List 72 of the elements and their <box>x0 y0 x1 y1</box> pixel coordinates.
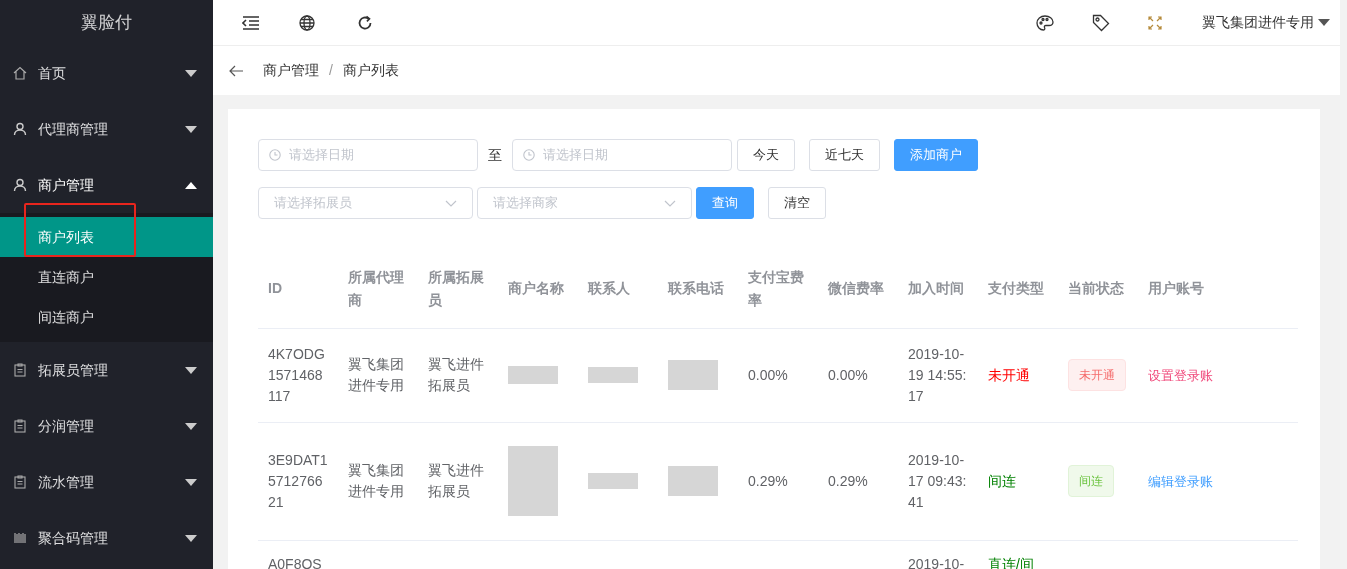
redacted-block <box>508 366 558 384</box>
clipboard-icon <box>13 419 27 433</box>
globe-icon[interactable] <box>299 13 317 32</box>
chevron-down-icon <box>445 199 457 207</box>
app-logo-title: 翼脸付 <box>81 11 132 34</box>
table-cell-text: 翼飞进件拓展员 <box>428 356 484 393</box>
column-header: 联系电话 <box>668 280 724 297</box>
submenu-item[interactable]: 商户列表 <box>0 217 213 257</box>
table-cell-text: 翼飞集团进件专用 <box>348 462 404 499</box>
chevron-down-icon <box>664 199 676 207</box>
table-cell-text: 翼飞集团进件专用 <box>348 356 404 393</box>
account-link[interactable]: 设置登录账 <box>1148 367 1213 383</box>
status-tag: 未开通 <box>1068 359 1126 391</box>
button[interactable]: 今天 <box>737 139 795 171</box>
submenu-item[interactable]: 间连商户 <box>0 297 213 337</box>
sidebar-item[interactable]: 聚合码管理 <box>0 510 213 566</box>
column-header: 支付宝费率 <box>748 268 804 308</box>
column-header: 所属拓展员 <box>428 268 484 308</box>
breadcrumb-separator: / <box>329 61 333 80</box>
clipboard-icon <box>13 363 27 377</box>
table-cell-text: 2019-10-17 09:43:41 <box>908 451 967 510</box>
sidebar-item[interactable]: 流水管理 <box>0 454 213 510</box>
barcode-icon <box>13 531 27 545</box>
redacted-block <box>668 360 718 390</box>
table-cell-text: 4K7ODG1571468117 <box>268 345 325 404</box>
submenu-item[interactable]: 直连商户 <box>0 257 213 297</box>
pay-type-text: 未开通 <box>988 366 1030 383</box>
column-header: 支付类型 <box>988 280 1044 297</box>
fullscreen-icon[interactable] <box>1148 15 1162 30</box>
table-cell-text: A0F8OS <box>268 555 322 569</box>
table-cell-text: 2019-10-19 14:55:17 <box>908 345 967 404</box>
breadcrumb-link[interactable]: 商户管理 <box>263 60 319 81</box>
table-cell-text: 0.00% <box>748 366 788 383</box>
pay-type-text: 间连 <box>988 472 1016 489</box>
column-header: 商户名称 <box>508 280 564 297</box>
status-tag: 间连 <box>1068 465 1114 497</box>
sidebar-item[interactable]: 分润管理 <box>0 398 213 454</box>
sidebar-item[interactable]: 商户管理 <box>0 157 213 213</box>
home-icon <box>13 66 27 80</box>
user-icon <box>13 178 27 192</box>
column-header: 联系人 <box>588 280 630 297</box>
user-icon <box>13 122 27 136</box>
column-header: 加入时间 <box>908 280 964 297</box>
redacted-block <box>588 473 638 489</box>
palette-icon[interactable] <box>1036 13 1054 32</box>
clock-icon <box>269 149 281 161</box>
column-header: 所属代理商 <box>348 268 404 308</box>
table-cell-text: 2019-10- <box>908 555 965 569</box>
range-separator: 至 <box>488 145 502 165</box>
column-header: 用户账号 <box>1148 280 1204 297</box>
column-header: ID <box>268 280 282 297</box>
button[interactable]: 清空 <box>768 187 826 219</box>
back-arrow-icon[interactable] <box>229 64 243 77</box>
table-cell-text: 3E9DAT1571276621 <box>268 451 328 510</box>
tag-icon[interactable] <box>1092 13 1110 32</box>
button[interactable]: 近七天 <box>809 139 880 171</box>
table-cell-text: 0.29% <box>748 472 788 489</box>
column-header: 微信费率 <box>828 280 884 297</box>
table-cell-text: 翼飞进件拓展员 <box>428 462 484 499</box>
table-cell-text: 0.00% <box>828 366 868 383</box>
sidebar-item[interactable]: 首页 <box>0 45 213 101</box>
redacted-block <box>508 446 558 516</box>
clipboard-icon <box>13 475 27 489</box>
redacted-block <box>588 367 638 383</box>
sidebar-item[interactable]: 代理商管理 <box>0 101 213 157</box>
redacted-block <box>668 466 718 496</box>
clock-icon <box>523 149 535 161</box>
sidebar-item[interactable]: 拓展员管理 <box>0 342 213 398</box>
caret-down-icon <box>1318 18 1330 27</box>
user-menu[interactable]: 翼飞集团进件专用 <box>1202 12 1330 33</box>
column-header: 当前状态 <box>1068 280 1124 297</box>
table-cell-text: 0.29% <box>828 472 868 489</box>
